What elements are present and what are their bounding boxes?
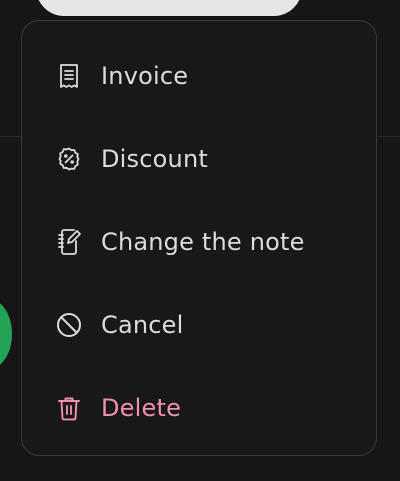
menu-item-change-note[interactable]: Change the note bbox=[22, 212, 376, 272]
discount-badge-icon bbox=[56, 146, 82, 172]
green-action-button-partial[interactable] bbox=[0, 299, 12, 369]
menu-item-discount[interactable]: Discount bbox=[22, 129, 376, 189]
screen: Invoice Discount Change the note Cancel … bbox=[0, 0, 400, 481]
menu-item-cancel[interactable]: Cancel bbox=[22, 295, 376, 355]
context-menu: Invoice Discount Change the note Cancel … bbox=[21, 20, 377, 456]
menu-item-label: Delete bbox=[101, 394, 182, 422]
top-button-partial[interactable] bbox=[36, 0, 302, 16]
menu-item-label: Invoice bbox=[101, 62, 189, 90]
cancel-icon bbox=[56, 312, 82, 338]
menu-item-label: Change the note bbox=[101, 228, 305, 256]
menu-item-label: Discount bbox=[101, 145, 208, 173]
receipt-icon bbox=[56, 63, 82, 89]
menu-item-label: Cancel bbox=[101, 311, 184, 339]
trash-icon bbox=[56, 395, 82, 421]
menu-item-delete[interactable]: Delete bbox=[22, 378, 376, 438]
menu-item-invoice[interactable]: Invoice bbox=[22, 46, 376, 106]
edit-note-icon bbox=[56, 229, 82, 255]
